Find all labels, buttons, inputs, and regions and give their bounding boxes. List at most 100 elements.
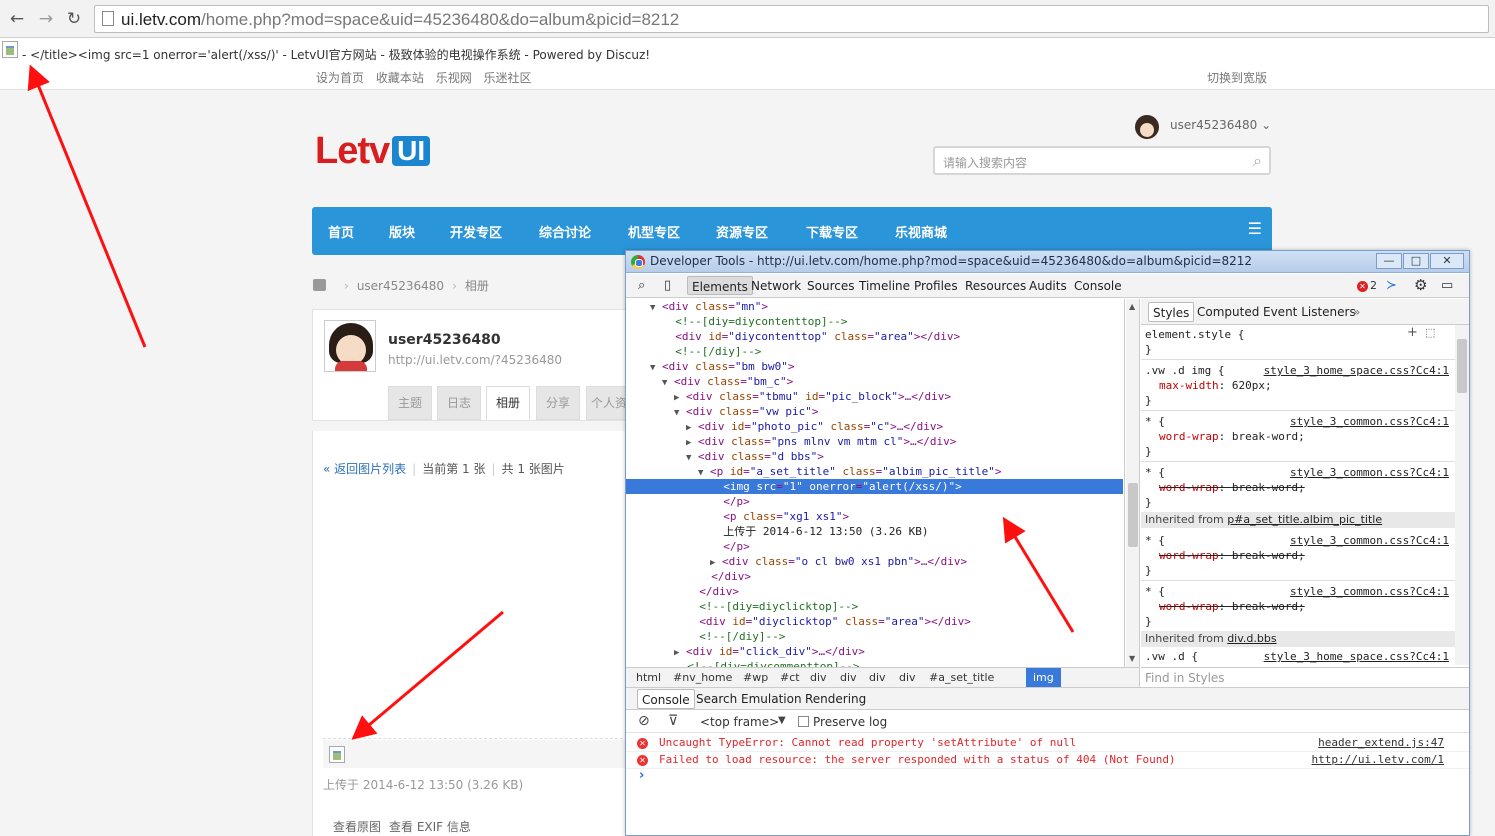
dom-node[interactable]: ▶ <div class="tbmu" id="pic_block">…</di… bbox=[626, 389, 1123, 404]
gear-icon[interactable]: ⚙ bbox=[1414, 276, 1427, 294]
dom-node[interactable]: ▼ <p id="a_set_title" class="albim_pic_t… bbox=[626, 464, 1123, 479]
tab-elements[interactable]: Elements bbox=[687, 276, 753, 295]
minimize-button[interactable]: — bbox=[1376, 253, 1402, 269]
dom-node[interactable]: <!--[diy=diycontenttop]--> bbox=[626, 314, 1123, 329]
rule-source-link[interactable]: style_3_home_space.css?Cc4:1 bbox=[1264, 649, 1449, 664]
rule-source-link[interactable]: style_3_common.css?Cc4:1 bbox=[1290, 414, 1449, 429]
dom-node[interactable]: <!--[/diy]--> bbox=[626, 629, 1123, 644]
tab-threads[interactable]: 主题 bbox=[388, 386, 432, 420]
letv-ui-logo[interactable]: Letv UI bbox=[315, 132, 431, 170]
rule-selector[interactable]: .vw .d { bbox=[1145, 649, 1198, 664]
error-counter[interactable]: ✕ 2 bbox=[1357, 279, 1377, 292]
dom-node[interactable]: ▼ <div class="bm_c"> bbox=[626, 374, 1123, 389]
breadcrumb-user[interactable]: user45236480 bbox=[357, 279, 444, 293]
dom-node[interactable]: ▼ <div class="mn"> bbox=[626, 299, 1123, 314]
reload-icon[interactable]: ↻ bbox=[64, 9, 84, 29]
dom-node[interactable]: <!--[diy=diycommenttop]--> bbox=[626, 659, 1123, 667]
avatar[interactable] bbox=[324, 320, 376, 372]
tab-console[interactable]: Console bbox=[1074, 279, 1122, 293]
search-icon[interactable]: ⌕ bbox=[1253, 151, 1262, 171]
nav-downloads[interactable]: 下载专区 bbox=[806, 222, 858, 241]
css-property[interactable]: word-wrap bbox=[1159, 430, 1219, 443]
rule-selector[interactable]: * { bbox=[1145, 414, 1165, 429]
inherited-element-link[interactable]: p#a_set_title.albim_pic_title bbox=[1227, 513, 1382, 526]
dom-node[interactable]: <div id="diycontenttop" class="area"></d… bbox=[626, 329, 1123, 344]
profile-name[interactable]: user45236480 bbox=[388, 332, 501, 348]
find-in-styles-input[interactable]: Find in Styles bbox=[1141, 667, 1469, 687]
path-html[interactable]: html bbox=[636, 671, 661, 684]
drawer-tab-rendering[interactable]: Rendering bbox=[805, 692, 866, 706]
drawer-tab-emulation[interactable]: Emulation bbox=[741, 692, 802, 706]
dock-icon[interactable]: ▭ bbox=[1441, 278, 1453, 293]
tab-computed[interactable]: Computed bbox=[1197, 305, 1259, 319]
menu-icon[interactable]: ☰ bbox=[1248, 219, 1262, 238]
rule-source-link[interactable]: style_3_common.css?Cc4:1 bbox=[1290, 465, 1449, 480]
collapse-icon[interactable]: ▼ bbox=[686, 453, 691, 463]
frame-selector[interactable]: <top frame> bbox=[700, 715, 779, 729]
path-nv-home[interactable]: #nv_home bbox=[673, 671, 732, 684]
path-div-1[interactable]: div bbox=[810, 671, 827, 684]
widescreen-toggle[interactable]: 切换到宽版 bbox=[1207, 69, 1267, 86]
element-style-rule[interactable]: element.style { bbox=[1145, 327, 1244, 342]
home-icon[interactable] bbox=[313, 279, 326, 291]
collapse-icon[interactable]: ▼ bbox=[650, 303, 655, 313]
inspect-search-icon[interactable]: ⌕ bbox=[638, 278, 645, 293]
view-exif-link[interactable]: 查看 EXIF 信息 bbox=[389, 820, 471, 834]
expand-icon[interactable]: ▶ bbox=[674, 393, 679, 403]
dom-node[interactable]: <p class="xg1 xs1"> bbox=[626, 509, 1123, 524]
nav-resources[interactable]: 资源专区 bbox=[716, 222, 768, 241]
rule-source-link[interactable]: style_3_common.css?Cc4:1 bbox=[1290, 533, 1449, 548]
dom-node[interactable]: </p> bbox=[626, 539, 1123, 554]
nav-store[interactable]: 乐视商城 bbox=[895, 222, 947, 241]
collapse-icon[interactable]: ▼ bbox=[662, 378, 667, 388]
dom-node[interactable]: ▶ <div id="photo_pic" class="c">…</div> bbox=[626, 419, 1123, 434]
path-ct[interactable]: #ct bbox=[780, 671, 800, 684]
close-button[interactable]: ✕ bbox=[1430, 253, 1464, 269]
view-original-link[interactable]: 查看原图 bbox=[333, 820, 381, 834]
nav-discuss[interactable]: 综合讨论 bbox=[539, 222, 591, 241]
profile-url[interactable]: http://ui.letv.com/?45236480 bbox=[388, 353, 562, 367]
bookmark-link[interactable]: 收藏本站 bbox=[376, 71, 424, 85]
css-property[interactable]: word-wrap bbox=[1159, 481, 1219, 494]
tab-network[interactable]: Network bbox=[751, 279, 801, 293]
expand-icon[interactable]: ▶ bbox=[686, 423, 691, 433]
dom-node[interactable]: </div> bbox=[626, 584, 1123, 599]
css-property[interactable]: word-wrap bbox=[1159, 600, 1219, 613]
css-property[interactable]: max-width bbox=[1159, 379, 1219, 392]
user-menu[interactable]: user45236480 ⌄ bbox=[1170, 118, 1271, 132]
user-avatar-small[interactable] bbox=[1135, 115, 1159, 139]
css-value[interactable]: 620px; bbox=[1232, 379, 1272, 392]
console-drawer-icon[interactable]: ≻ bbox=[1386, 278, 1397, 293]
dom-node[interactable]: <!--[diy=diyclicktop]--> bbox=[626, 599, 1123, 614]
clear-console-icon[interactable]: ⊘ bbox=[638, 713, 650, 729]
path-img[interactable]: img bbox=[1026, 668, 1061, 687]
preserve-log-checkbox[interactable] bbox=[798, 716, 809, 727]
dom-node[interactable]: ▼ <div class="vw pic"> bbox=[626, 404, 1123, 419]
frame-dropdown-icon[interactable]: ▼ bbox=[778, 715, 786, 726]
path-a-set-title[interactable]: #a_set_title bbox=[929, 671, 994, 684]
error-source-link[interactable]: http://ui.letv.com/1 bbox=[1312, 753, 1444, 766]
add-rule-icon[interactable]: + bbox=[1407, 325, 1418, 340]
rule-selector[interactable]: * { bbox=[1145, 465, 1165, 480]
dom-node[interactable]: <div id="diyclicktop" class="area"></div… bbox=[626, 614, 1123, 629]
dom-node[interactable]: </div> bbox=[626, 569, 1123, 584]
dom-node[interactable]: ▶ <div class="o cl bw0 xs1 pbn">…</div> bbox=[626, 554, 1123, 569]
back-icon[interactable]: ← bbox=[7, 9, 27, 29]
letv-link[interactable]: 乐视网 bbox=[436, 71, 472, 85]
expand-icon[interactable]: ▶ bbox=[674, 648, 679, 658]
dom-node[interactable]: ▶ <div class="pns mlnv vm mtm cl">…</div… bbox=[626, 434, 1123, 449]
error-source-link[interactable]: header_extend.js:47 bbox=[1318, 736, 1444, 749]
fan-community-link[interactable]: 乐迷社区 bbox=[484, 71, 532, 85]
tab-styles[interactable]: Styles bbox=[1148, 302, 1195, 322]
drawer-tab-console[interactable]: Console bbox=[637, 689, 695, 709]
more-tabs-icon[interactable]: » bbox=[1353, 305, 1360, 319]
selected-dom-node[interactable]: <img src="1" onerror="alert(/xss/)"> bbox=[626, 479, 1123, 494]
css-value[interactable]: break-word; bbox=[1232, 549, 1305, 562]
path-wp[interactable]: #wp bbox=[743, 671, 768, 684]
path-div-3[interactable]: div bbox=[869, 671, 886, 684]
styles-scrollbar[interactable] bbox=[1455, 325, 1469, 665]
console-prompt[interactable]: › bbox=[639, 768, 644, 783]
tab-share[interactable]: 分享 bbox=[536, 386, 580, 420]
path-div-4[interactable]: div bbox=[899, 671, 916, 684]
dom-node[interactable]: </p> bbox=[626, 494, 1123, 509]
